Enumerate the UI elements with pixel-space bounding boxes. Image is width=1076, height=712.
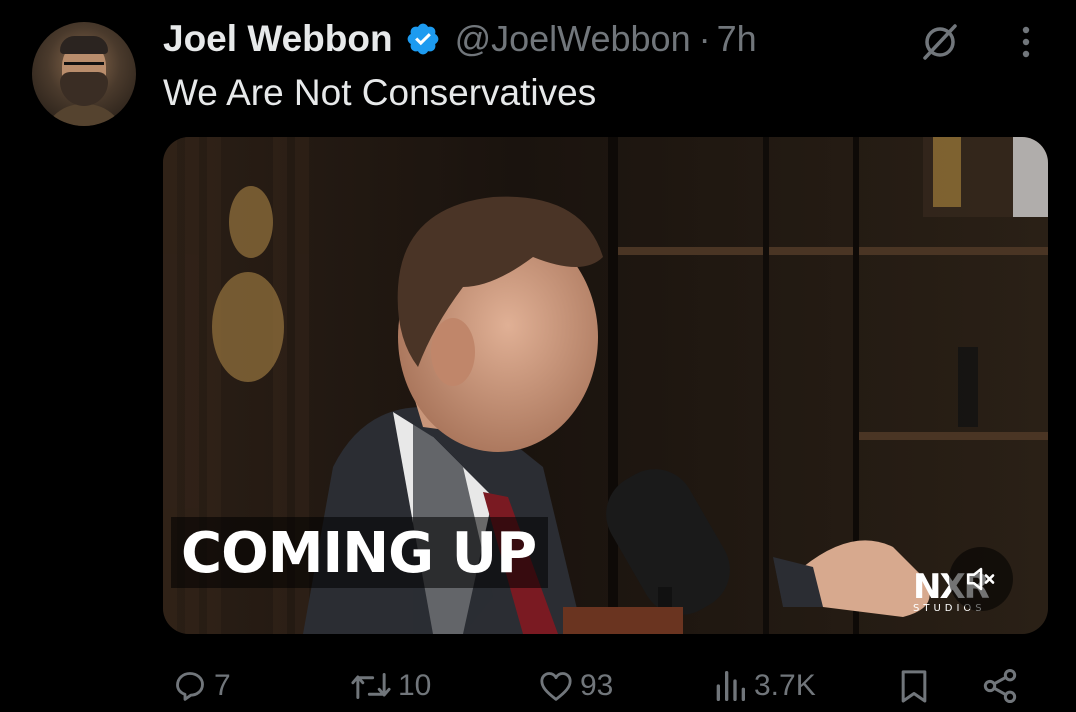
action-bar: 7 10 93 3.7K <box>0 660 1076 712</box>
post-time[interactable]: 7h <box>717 18 757 60</box>
bookmark-icon <box>901 670 927 703</box>
reply-button[interactable]: 7 <box>170 660 231 712</box>
reply-icon <box>176 672 204 701</box>
tweet-text: We Are Not Conservatives <box>163 72 597 113</box>
share-icon <box>983 669 1017 703</box>
repost-button[interactable]: 10 <box>348 660 431 712</box>
video-player[interactable]: COMING UP NXR STUDIOS <box>163 137 1048 634</box>
video-caption: COMING UP <box>171 517 549 588</box>
repost-count: 10 <box>398 669 432 702</box>
avatar-beard <box>60 72 108 106</box>
author-name[interactable]: Joel Webbon <box>163 18 393 60</box>
views-button[interactable]: 3.7K <box>710 660 816 712</box>
mute-icon <box>966 567 995 591</box>
reply-count: 7 <box>214 669 231 702</box>
share-button[interactable] <box>980 660 1020 712</box>
more-icon[interactable] <box>1012 20 1040 64</box>
views-icon <box>716 671 745 701</box>
tweet-header: Joel Webbon @JoelWebbon · 7h <box>163 16 757 62</box>
views-count: 3.7K <box>754 669 816 702</box>
bookmark-button[interactable] <box>894 660 934 712</box>
like-count: 93 <box>580 669 614 702</box>
avatar-shirt <box>42 104 126 126</box>
grok-icon[interactable] <box>918 20 962 64</box>
like-icon <box>540 672 572 701</box>
author-handle[interactable]: @JoelWebbon <box>455 18 691 60</box>
verified-icon[interactable] <box>405 21 441 57</box>
header-separator: · <box>698 18 711 59</box>
avatar-glasses <box>64 62 104 75</box>
avatar[interactable] <box>32 22 136 126</box>
mute-button[interactable] <box>949 547 1013 611</box>
repost-icon <box>351 673 391 699</box>
like-button[interactable]: 93 <box>536 660 613 712</box>
avatar-hair <box>60 36 108 54</box>
